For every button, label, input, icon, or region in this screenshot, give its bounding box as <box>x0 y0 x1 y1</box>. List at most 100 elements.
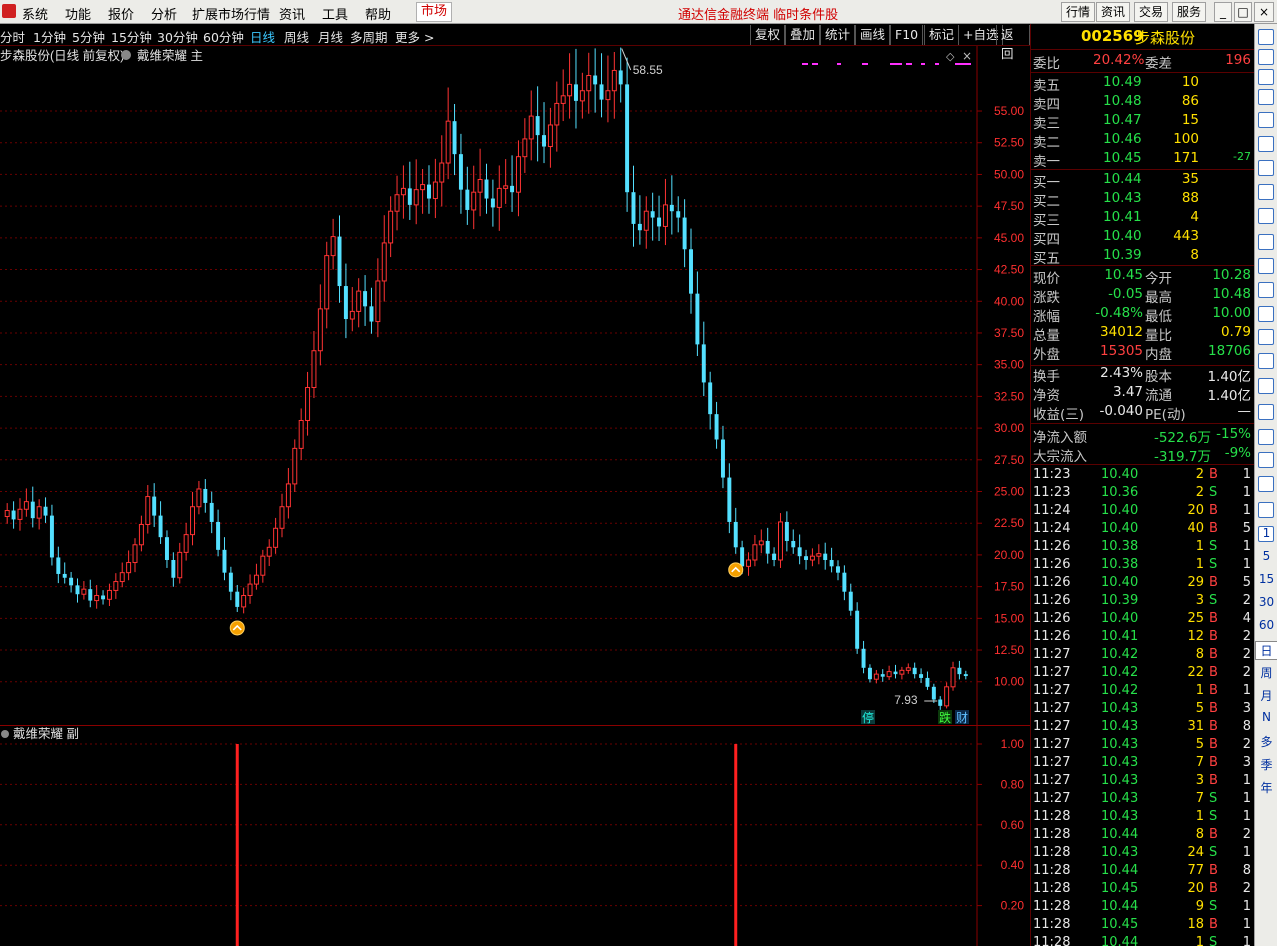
tool-period-9[interactable]: 多 <box>1255 733 1277 750</box>
candle-icon[interactable] <box>1258 184 1274 200</box>
buy-signal-icon[interactable] <box>229 620 245 636</box>
period-1min[interactable]: 1分钟 <box>33 27 66 46</box>
up-icon[interactable] <box>1258 49 1274 65</box>
candle-body <box>311 350 317 389</box>
move-icon[interactable] <box>1258 452 1274 468</box>
candle-body <box>94 595 100 602</box>
period-multi[interactable]: 多周期 <box>350 27 388 46</box>
quote-tab-button[interactable]: 行情 <box>1061 2 1095 22</box>
tool-period-0[interactable]: 1 <box>1255 526 1277 540</box>
pencil-icon[interactable] <box>1258 476 1274 492</box>
fund-label: 换手 <box>1033 369 1060 385</box>
period-more[interactable]: 更多 > <box>395 27 434 46</box>
bid-row[interactable]: 买一 10.44 35 <box>1031 171 1254 191</box>
candle-body <box>317 308 323 352</box>
adjust-button[interactable]: 复权 <box>750 25 786 45</box>
mark-button[interactable]: 标记 <box>924 25 960 45</box>
tick-count: 2 <box>1242 647 1251 662</box>
period-30min[interactable]: 30分钟 <box>157 27 198 46</box>
bid-row[interactable]: 买五 10.39 8 <box>1031 247 1254 267</box>
bid-row[interactable]: 买四 10.40 443 <box>1031 228 1254 248</box>
fiz-icon[interactable] <box>1258 306 1274 322</box>
restore-icon[interactable]: □ <box>1234 2 1252 22</box>
stat-value: 15305 <box>1100 343 1143 359</box>
period-15min[interactable]: 15分钟 <box>111 27 152 46</box>
tool-period-10[interactable]: 季 <box>1255 756 1277 773</box>
period-weekly[interactable]: 周线 <box>284 27 309 46</box>
indicator-name[interactable]: 戴维荣耀 主 <box>137 48 203 63</box>
tool-period-2[interactable]: 15 <box>1255 572 1277 586</box>
sub-indicator-name[interactable]: 戴维荣耀 副 <box>13 726 79 741</box>
indicator-dropdown-icon[interactable] <box>121 50 131 60</box>
period-intraday[interactable]: 分时 <box>0 27 25 46</box>
stats-button[interactable]: 统计 <box>820 25 856 45</box>
ask-row[interactable]: 卖五 10.49 10 <box>1031 74 1254 94</box>
grid-icon[interactable] <box>1258 208 1274 224</box>
tick-count: 1 <box>1242 917 1251 932</box>
tick-side: S <box>1209 539 1218 554</box>
news-tab-button[interactable]: 资讯 <box>1096 2 1130 22</box>
minimize-icon[interactable]: _ <box>1214 2 1232 22</box>
tool-period-8[interactable]: N <box>1255 710 1277 724</box>
list-icon[interactable] <box>1258 112 1274 128</box>
f10-button[interactable]: F10 <box>890 25 924 45</box>
function-icon[interactable] <box>1258 329 1274 345</box>
calendar-icon[interactable] <box>1258 282 1274 298</box>
circle-icon[interactable] <box>1258 353 1274 369</box>
tool-period-6[interactable]: 周 <box>1255 664 1277 681</box>
sub-y-tick-label: 0.40 <box>1001 858 1025 872</box>
menu-news[interactable]: 资讯 <box>279 4 305 23</box>
close-icon[interactable]: × <box>1254 2 1274 22</box>
ask-row[interactable]: 卖三 10.47 15 <box>1031 112 1254 132</box>
draw-button[interactable]: 画线 <box>855 25 891 45</box>
ask-row[interactable]: 卖二 10.46 100 <box>1031 131 1254 151</box>
ask-row[interactable]: 卖四 10.48 86 <box>1031 93 1254 113</box>
diamond-icon[interactable]: ◇ <box>946 50 955 63</box>
overlay-button[interactable]: 叠加 <box>785 25 821 45</box>
candle-body <box>522 138 528 158</box>
market-button[interactable]: 市场 <box>416 2 452 22</box>
menu-ext-market[interactable]: 扩展市场行情 <box>192 4 270 23</box>
sub-indicator-dropdown-icon[interactable] <box>1 730 9 738</box>
candle-body <box>919 674 924 678</box>
period-daily[interactable]: 日线 <box>250 27 275 46</box>
rsi-icon[interactable] <box>1258 404 1274 420</box>
tool-period-5[interactable]: 日 <box>1255 641 1277 660</box>
f10-icon[interactable] <box>1258 234 1274 250</box>
trade-tab-button[interactable]: 交易 <box>1134 2 1168 22</box>
down-arrow-icon[interactable] <box>1258 89 1274 105</box>
menu-system[interactable]: 系统 <box>22 4 48 23</box>
profile-icon[interactable] <box>1258 258 1274 274</box>
fs-icon[interactable] <box>1258 502 1274 518</box>
bid-row[interactable]: 买二 10.43 88 <box>1031 190 1254 210</box>
up-arrow-icon[interactable] <box>1258 29 1274 45</box>
close-indicator-icon[interactable]: × <box>962 49 972 63</box>
menu-quote[interactable]: 报价 <box>108 4 134 23</box>
period-monthly[interactable]: 月线 <box>318 27 343 46</box>
tool-period-1[interactable]: 5 <box>1255 549 1277 563</box>
buy-signal-icon[interactable] <box>728 562 744 578</box>
tool-period-7[interactable]: 月 <box>1255 687 1277 704</box>
tool-period-11[interactable]: 年 <box>1255 779 1277 796</box>
back-button[interactable]: 返回 <box>996 25 1030 61</box>
sub-indicator-chart[interactable]: 1.00 0.80 0.60 0.40 0.20 戴维荣耀 副 <box>0 726 1030 946</box>
table-icon[interactable] <box>1258 136 1274 152</box>
period-5min[interactable]: 5分钟 <box>72 27 105 46</box>
tool-period-3[interactable]: 30 <box>1255 595 1277 609</box>
tool-period-4[interactable]: 60 <box>1255 618 1277 632</box>
menu-help[interactable]: 帮助 <box>365 4 391 23</box>
down-icon[interactable] <box>1258 69 1274 85</box>
dollar-icon[interactable] <box>1258 429 1274 445</box>
chart-icon[interactable] <box>1258 160 1274 176</box>
wave-icon[interactable] <box>1258 378 1274 394</box>
ask-row[interactable]: 卖一 10.45 171 -27 <box>1031 150 1254 170</box>
menu-tools[interactable]: 工具 <box>322 4 348 23</box>
menu-function[interactable]: 功能 <box>65 4 91 23</box>
service-tab-button[interactable]: 服务 <box>1172 2 1206 22</box>
period-60min[interactable]: 60分钟 <box>203 27 244 46</box>
bid-row[interactable]: 买三 10.41 4 <box>1031 209 1254 229</box>
menu-analysis[interactable]: 分析 <box>151 4 177 23</box>
kline-chart[interactable]: 55.00 52.50 50.00 47.50 45.00 42.50 40.00 37.50… <box>0 46 1030 726</box>
min-price-label: 7.93 <box>894 693 918 707</box>
candle-body <box>510 185 515 193</box>
